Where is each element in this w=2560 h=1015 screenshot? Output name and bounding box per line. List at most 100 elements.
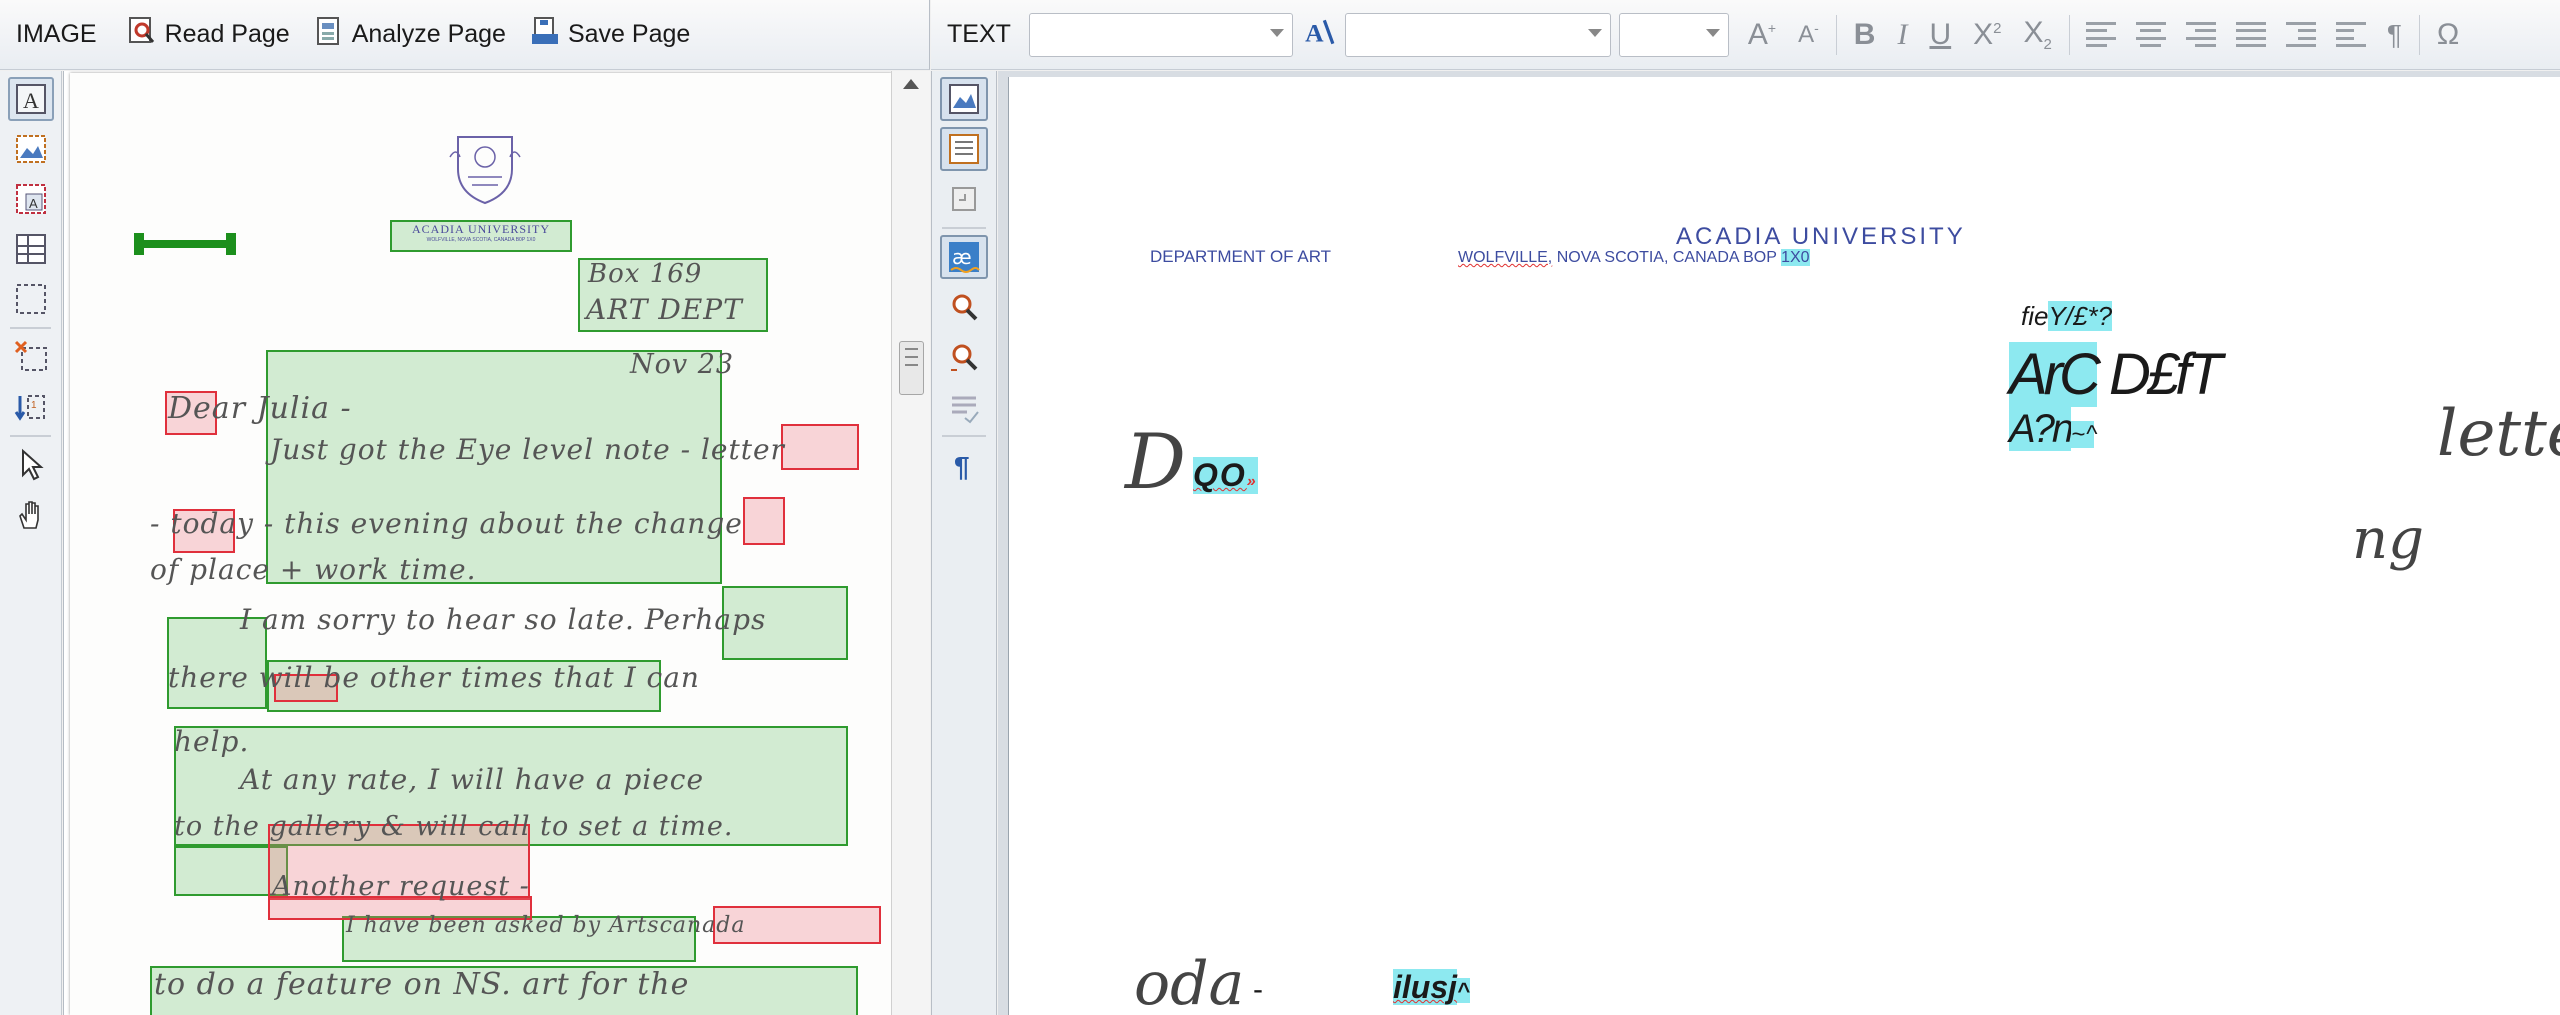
formatting-tool[interactable] — [940, 385, 988, 429]
ocr-greeting[interactable]: QO» — [1193, 457, 1258, 494]
ocr-date-a: A?n — [2009, 407, 2074, 451]
ocr-ilusj[interactable]: ilusj^ — [1393, 969, 1470, 1006]
handwriting-line-3: of place + work time. — [150, 553, 477, 586]
toolbar-separator — [2068, 14, 2070, 55]
align-left-icon[interactable] — [2085, 21, 2116, 48]
background-picture-area-tool[interactable]: A — [8, 177, 54, 221]
ligature-tool[interactable]: æ — [940, 235, 988, 279]
text-area-tool[interactable]: A — [8, 77, 54, 121]
ocr-address-word: WOLFVILLE, — [1458, 249, 1553, 266]
ocr-dash[interactable]: - — [1253, 973, 1263, 1007]
ocr-greeting-text: QO — [1193, 457, 1247, 493]
scrollbar-thumb[interactable] — [899, 341, 924, 395]
ocr-dept-b: D£fT — [2096, 342, 2223, 407]
show-image-tool[interactable] — [940, 77, 988, 121]
ocr-date[interactable]: A?n~ ^ — [2009, 407, 2097, 452]
delete-area-tool[interactable] — [8, 335, 54, 379]
select-tool[interactable] — [8, 443, 54, 487]
increase-indent-icon[interactable] — [2285, 21, 2316, 48]
svg-text:A: A — [29, 196, 38, 211]
read-page-button[interactable]: Read Page — [115, 10, 302, 59]
text-editor-view[interactable]: DEPARTMENT OF ART ACADIA UNIVERSITY WOLF… — [998, 71, 2560, 1015]
reorder-areas-icon: 1 — [14, 395, 45, 421]
find-tool[interactable] — [940, 285, 988, 329]
letterhead-name: ACADIA UNIVERSITY — [412, 222, 550, 236]
underline-button[interactable]: U — [1918, 18, 1962, 52]
save-page-icon — [530, 16, 560, 53]
barcode-area-tool[interactable] — [8, 277, 54, 321]
letterhead-zone[interactable]: ACADIA UNIVERSITY WOLFVILLE, NOVA SCOTIA… — [390, 220, 572, 252]
toolbar-separator — [1835, 14, 1837, 55]
analyze-page-label: Analyze Page — [351, 20, 506, 48]
ocr-box[interactable]: fieY/£*? — [2021, 301, 2113, 332]
omega-icon[interactable]: Ω — [2426, 18, 2470, 52]
reorder-areas-tool[interactable]: 1 — [8, 385, 54, 429]
ocr-department[interactable]: DEPARTMENT OF ART — [1150, 247, 1331, 267]
handwriting-line-7: At any rate, I will have a piece — [240, 763, 705, 796]
handwriting-line-10: I have been asked by Artscanada — [346, 913, 746, 938]
text-section-label: TEXT — [947, 20, 1011, 48]
handwriting-box: Box 169 — [588, 259, 703, 289]
bold-button[interactable]: B — [1843, 18, 1887, 52]
ocr-today-fragment: oda — [1134, 949, 1245, 1015]
paragraph-icon[interactable]: ¶ — [2376, 19, 2413, 51]
align-justify-icon[interactable] — [2235, 21, 2266, 48]
zone-letter[interactable] — [781, 424, 859, 470]
table-area-tool[interactable] — [8, 227, 54, 271]
font-combo[interactable] — [1344, 12, 1611, 57]
hand-tool[interactable] — [8, 493, 54, 537]
verify-icon — [951, 344, 978, 371]
svg-text:¶: ¶ — [954, 451, 970, 482]
ocr-box-rest: Y/£*? — [2048, 301, 2113, 331]
ocr-university[interactable]: ACADIA UNIVERSITY — [1676, 223, 1966, 251]
tool-separator — [10, 327, 51, 329]
page-layout-icon — [949, 134, 979, 164]
zone-change[interactable] — [743, 497, 785, 545]
italic-button[interactable]: I — [1886, 18, 1918, 52]
handwriting-line-1: Just got the Eye level note - letter — [270, 433, 785, 466]
image-section-label: IMAGE — [16, 20, 97, 48]
ocr-greeting-d-image: D — [1125, 417, 1186, 506]
increase-font-button[interactable]: A+ — [1737, 18, 1787, 52]
ocr-postal: 1X0 — [1781, 249, 1810, 266]
verify-tool[interactable] — [940, 335, 988, 379]
ocr-dept[interactable]: ArC D£fT — [2009, 341, 2223, 408]
barcode-zone[interactable] — [134, 233, 236, 255]
scanned-page: ACADIA UNIVERSITY WOLFVILLE, NOVA SCOTIA… — [70, 73, 891, 1015]
align-center-icon[interactable] — [2135, 21, 2166, 48]
pilcrow-tool[interactable]: ¶ — [940, 443, 988, 487]
decrease-indent-icon[interactable] — [2335, 21, 2366, 48]
sync-tool[interactable] — [940, 177, 988, 221]
subscript-button[interactable]: X2 — [2013, 16, 2063, 53]
ocr-address[interactable]: WOLFVILLE, NOVA SCOTIA, CANADA BOP 1X0 — [1458, 249, 1810, 267]
sync-icon — [952, 187, 976, 211]
pointer-icon — [22, 448, 44, 481]
recognized-text-page[interactable]: DEPARTMENT OF ART ACADIA UNIVERSITY WOLF… — [1008, 77, 2560, 1015]
pilcrow-icon: ¶ — [954, 451, 970, 482]
handwriting-greeting: Dear Julia - — [168, 391, 352, 426]
align-right-icon[interactable] — [2185, 21, 2216, 48]
handwriting-dept: ART DEPT — [586, 293, 743, 326]
ocr-ng-fragment: ng — [2352, 507, 2424, 572]
save-page-button[interactable]: Save Page — [518, 10, 702, 59]
style-editor-icon[interactable]: A — [1303, 16, 1335, 54]
image-view-scrollbar[interactable] — [891, 71, 930, 1015]
hand-icon — [19, 501, 39, 529]
chevron-down-icon — [1269, 28, 1284, 37]
tool-separator — [942, 435, 986, 437]
svg-text:æ: æ — [952, 245, 972, 269]
read-page-icon — [127, 16, 157, 53]
scroll-up-icon[interactable] — [903, 79, 919, 89]
picture-area-icon — [16, 135, 46, 163]
analyze-page-button[interactable]: Analyze Page — [302, 10, 518, 59]
image-view[interactable]: ACADIA UNIVERSITY WOLFVILLE, NOVA SCOTIA… — [63, 71, 891, 1015]
letterhead-address: WOLFVILLE, NOVA SCOTIA, CANADA B0P 1X0 — [426, 237, 536, 243]
style-combo[interactable] — [1028, 12, 1293, 57]
text-zone-body[interactable] — [266, 350, 722, 584]
show-page-layout-tool[interactable] — [940, 127, 988, 171]
picture-area-tool[interactable] — [8, 127, 54, 171]
decrease-font-button[interactable]: A- — [1787, 20, 1830, 49]
size-combo[interactable] — [1618, 12, 1729, 57]
superscript-button[interactable]: X2 — [1962, 18, 2012, 52]
text-area-icon: A — [16, 84, 46, 114]
